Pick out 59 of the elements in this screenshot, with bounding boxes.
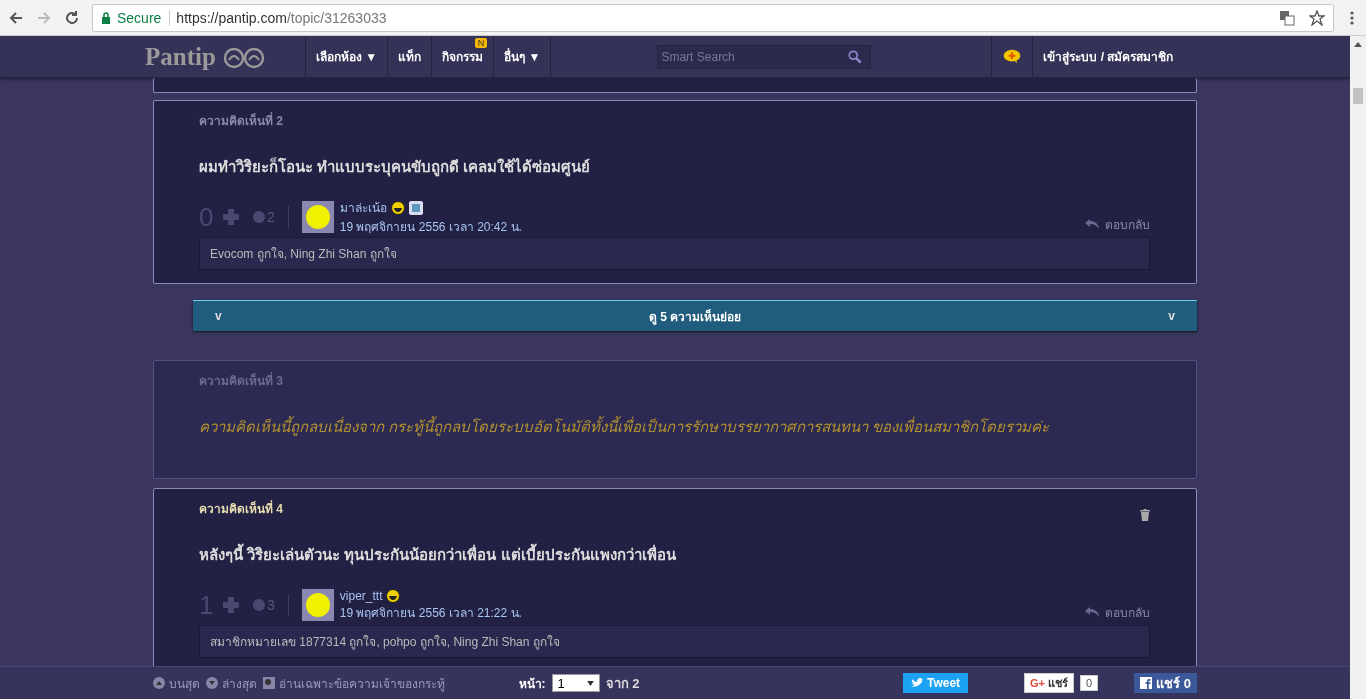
share-count: 0 (1080, 675, 1099, 691)
emotion-count: 3 (267, 597, 275, 613)
login-link[interactable]: เข้าสู่ระบบ / สมัครสมาชิก (1033, 36, 1184, 77)
menu-icon[interactable] (1350, 9, 1354, 26)
page-select[interactable]: 1 (551, 674, 600, 692)
pantip-logo[interactable]: Pantip (145, 36, 305, 77)
comment-text: ผมทำวิริยะก็โอนะ ทำแบบระบุคนขับถูกดี เคลมใช้ได้ซ่อมศูนย์ (199, 156, 592, 179)
reply-button[interactable]: ตอบกลับ (1085, 214, 1150, 234)
scrollbar-thumb[interactable] (1353, 88, 1363, 104)
reply-arrow-icon (1085, 607, 1099, 617)
scrollbar[interactable] (1350, 36, 1366, 699)
google-plus-share-button[interactable]: G+ แชร์ (1024, 673, 1075, 693)
grin-emoji-icon (386, 588, 401, 603)
expand-replies-bar[interactable]: v ดู 5 ความเห็นย่อย v (193, 300, 1197, 331)
scroll-up-icon[interactable] (1354, 42, 1362, 47)
page-total: จาก 2 (605, 674, 640, 693)
caret-icon (586, 680, 594, 686)
comment-number: ความคิดเห็นที่ 2 (199, 111, 283, 130)
facebook-share-button[interactable]: แชร์ 0 (1134, 673, 1197, 693)
comment-date: 19 พฤศจิกายน 2556 เวลา 21:22 น. (339, 604, 522, 622)
search-icon[interactable] (848, 49, 863, 64)
search-field[interactable]: Smart Search (657, 44, 872, 69)
likes-list: Evocom ถูกใจ, Ning Zhi Shan ถูกใจ (199, 237, 1150, 270)
bird-icon (910, 677, 923, 689)
search-input[interactable]: Smart Search (658, 49, 849, 64)
scroll-bottom-link[interactable]: ล่างสุด (206, 673, 257, 693)
new-topic-button[interactable] (991, 36, 1034, 77)
back-icon[interactable] (8, 9, 24, 26)
star-icon[interactable] (1309, 9, 1325, 26)
emotion-count: 2 (267, 209, 275, 225)
smiley-avatar[interactable] (301, 201, 334, 233)
url-text: https://pantip.com/topic/31263033 (176, 9, 387, 26)
nav-menu-item[interactable]: อื่นๆ ▼ (494, 36, 551, 77)
lock-icon (101, 11, 111, 24)
trash-icon[interactable] (1140, 509, 1150, 521)
reload-icon[interactable] (64, 9, 80, 26)
new-badge: N (474, 38, 488, 48)
page-label: หน้า: (518, 675, 546, 693)
comment-text: หลังๆนี้ วิริยะเล่นตัวนะ ทุนประกันน้อยกว่าเพื่อน แต่เบี้ยประกันแพงกว่าเพื่อน (199, 543, 1150, 567)
reply-button[interactable]: ตอบกลับ (1085, 602, 1150, 622)
scroll-top-link[interactable]: บนสุด (153, 673, 200, 693)
reply-arrow-icon (1085, 219, 1099, 229)
nav-menu-item[interactable]: แท็ก (388, 36, 432, 77)
secure-label: Secure (117, 9, 171, 26)
comment-date: 19 พฤศจิกายน 2556 เวลา 20:42 น. (339, 219, 522, 236)
nav-menu-item[interactable]: เลือกห้อง ▼ (306, 36, 388, 77)
facebook-icon (1140, 677, 1153, 689)
comment-number: ความคิดเห็นที่ 3 (199, 371, 283, 390)
deleted-notice: ความคิดเห็นนี้ถูกลบเนื่องจาก กระทู้นี้ถูกลบโดยระบบอัตโนมัติทั้งนี้เพื่อเป็นการรักษาบรรยากาศการสนทนา ของเพื่อนสมาชิกโดยรวมค่ะ (199, 415, 1051, 438)
smiley-avatar[interactable] (301, 589, 334, 621)
likes-list: สมาชิกหมายเลข 1877314 ถูกใจ, pohpo ถูกใจ, Ning Zhi Shan ถูกใจ (199, 625, 1150, 658)
owner-only-link[interactable]: อ่านเฉพาะข้อความเจ้าของกระทู้ (263, 673, 445, 693)
translate-icon[interactable] (1279, 9, 1295, 26)
speech-bubble-plus-icon (1002, 49, 1023, 64)
address-bar[interactable]: Secure https://pantip.com/topic/31263033 (92, 3, 1334, 32)
username-link[interactable]: มาล่ะเน้อ (339, 198, 387, 217)
grin-emoji-icon (390, 200, 405, 215)
comment-number: ความคิดเห็นที่ 4 (199, 499, 283, 518)
username-link[interactable]: viper_ttt (339, 588, 383, 603)
